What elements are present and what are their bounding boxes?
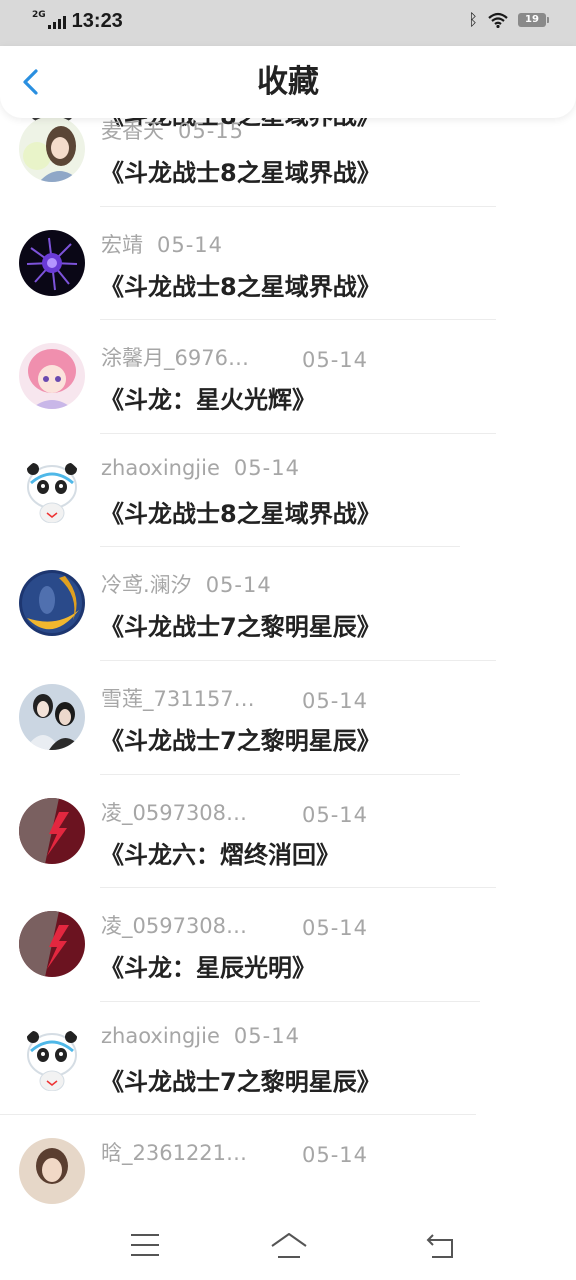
book-title[interactable]: 《斗龙战士8之星域界战》 (100, 494, 381, 529)
date: 05-14 (302, 688, 369, 713)
red-lightning-avatar[interactable] (19, 911, 85, 978)
username[interactable]: 凌_0597308… (101, 797, 288, 827)
book-title[interactable]: 《斗龙战士7之黎明星辰》 (100, 721, 381, 756)
date: 05-15 (178, 119, 245, 143)
panda-mascot-avatar[interactable] (19, 1024, 85, 1091)
book-title[interactable]: 《斗龙：星辰光明》 (100, 948, 316, 983)
book-title[interactable]: 《斗龙战士7之黎明星辰》 (100, 607, 381, 642)
back-button[interactable] (14, 64, 50, 100)
date: 05-14 (233, 1023, 300, 1048)
panda-mascot-avatar[interactable] (19, 456, 85, 523)
username[interactable]: 晗_2361221… (101, 1137, 288, 1167)
book-title[interactable]: 《斗龙战士8之星域界战》 (100, 153, 381, 188)
book-title[interactable]: 《斗龙战士7之黎明星辰》 (100, 1062, 381, 1097)
page-title: 收藏 (257, 64, 319, 100)
book-title[interactable]: 《斗龙：星火光辉》 (100, 380, 316, 415)
list-item[interactable]: zhaoxingjie 05-14 《斗龙战士8之星域界战》 (0, 434, 576, 548)
list-item[interactable]: 宏靖 05-14 《斗龙战士8之星域界战》 (0, 207, 576, 321)
back-nav-button[interactable] (424, 1231, 456, 1265)
list-item[interactable]: 凌_0597308… 05-14 《斗龙六：熠终消回》 (0, 775, 576, 889)
system-nav-bar (0, 1213, 576, 1280)
anime-girl-avatar[interactable] (19, 343, 85, 410)
username[interactable]: 冷鸢.澜汐 (101, 569, 192, 599)
chevron-left-icon (23, 69, 38, 95)
wifi-icon (488, 12, 508, 28)
list-item[interactable]: 凌_0597308… 05-14 《斗龙：星辰光明》 (0, 888, 576, 1002)
home-button[interactable] (270, 1231, 308, 1265)
username[interactable]: 雪莲_731157… (101, 683, 288, 713)
network-type: 2G (32, 10, 46, 20)
status-bar: 2G 13:23 ᛒ 19 (0, 0, 576, 46)
username[interactable]: zhaoxingjie (101, 456, 220, 480)
date: 05-14 (302, 348, 369, 373)
battery-icon: 19 (518, 13, 549, 27)
bluetooth-icon: ᛒ (468, 10, 478, 29)
menu-button[interactable] (130, 1231, 160, 1263)
moon-avatar[interactable] (19, 570, 85, 637)
date: 05-14 (302, 1143, 369, 1168)
back-icon (426, 1234, 453, 1258)
book-title[interactable]: 《斗龙战士8之星域界战》 (100, 267, 381, 302)
two-figures-avatar[interactable] (19, 683, 85, 750)
username[interactable]: zhaoxingjie (101, 1024, 220, 1048)
date: 05-14 (302, 916, 369, 941)
purple-flower-avatar[interactable] (19, 229, 85, 296)
menu-icon (131, 1234, 159, 1256)
username[interactable]: 麦香天 (101, 115, 164, 145)
red-lightning-avatar[interactable] (19, 797, 85, 864)
date: 05-14 (302, 802, 369, 827)
date: 05-14 (157, 232, 224, 257)
date: 05-14 (233, 455, 300, 480)
username[interactable]: 宏靖 (101, 229, 143, 259)
girl-portrait-avatar[interactable] (19, 116, 85, 182)
favorites-list[interactable]: 《斗龙战士8之星域界战》 麦香天 05-15 《斗龙战士8之星域界战》 (0, 93, 576, 1213)
username[interactable]: 凌_0597308… (101, 910, 288, 940)
status-time: 13:23 (71, 10, 123, 32)
list-item[interactable]: 涂馨月_6976… 05-14 《斗龙：星火光辉》 (0, 320, 576, 434)
list-item[interactable]: 雪莲_731157… 05-14 《斗龙战士7之黎明星辰》 (0, 661, 576, 775)
app-header: 收藏 (0, 46, 576, 118)
signal-icon (47, 15, 66, 29)
portrait-avatar[interactable] (19, 1138, 85, 1205)
username[interactable]: 涂馨月_6976… (101, 342, 288, 372)
book-title[interactable]: 《斗龙六：熠终消回》 (100, 835, 340, 870)
date: 05-14 (205, 573, 272, 598)
list-item[interactable]: 晗_2361221… 05-14 (0, 1115, 576, 1213)
home-icon (271, 1233, 307, 1258)
list-item[interactable]: zhaoxingjie 05-14 《斗龙战士7之黎明星辰》 (0, 1002, 576, 1116)
list-item[interactable]: 冷鸢.澜汐 05-14 《斗龙战士7之黎明星辰》 (0, 547, 576, 661)
